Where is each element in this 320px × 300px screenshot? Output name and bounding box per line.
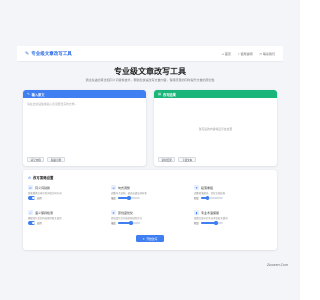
option-synonym: ⇄ 同义词替换 智能替换文章中的词语为同义词 启用	[28, 185, 106, 204]
clear-button[interactable]: 清空内容	[27, 157, 45, 162]
settings-title-text: 改写策略设置	[33, 176, 54, 180]
top-bar: ✎ 专业级文章改写工具 ⌂首页 ?使用说明 ✉联系我们	[17, 46, 283, 62]
mail-icon: ✉	[259, 51, 262, 56]
output-card-header: ▤ 改写结果	[154, 90, 277, 98]
nav-item-help[interactable]: ?使用说明	[238, 52, 253, 56]
gear-icon: ⚙	[28, 175, 32, 180]
page-background: ✎ 专业级文章改写工具 ⌂首页 ?使用说明 ✉联系我们 专业级文章改写工具 通过…	[0, 0, 300, 300]
top-nav: ⌂首页 ?使用说明 ✉联系我们	[222, 52, 275, 56]
swap-icon: ⇄	[28, 185, 33, 190]
option-sentence: ≡ 句式调整 调整句子结构，使表达更加多样化 强度	[111, 185, 189, 204]
nav-label: 首页	[224, 51, 231, 56]
semantic-toggle[interactable]	[28, 221, 35, 225]
option-name: 句式调整	[118, 185, 131, 190]
output-card-title: 改写结果	[163, 92, 176, 97]
nav-item-home[interactable]: ⌂首页	[222, 52, 231, 56]
input-card-title: 输入原文	[31, 92, 45, 97]
nav-label: 使用说明	[240, 51, 253, 56]
option-originality: ★ 原创度优化 提高改写后内容的原创性评分 强度	[111, 210, 189, 229]
slider-knob[interactable]	[205, 196, 210, 200]
option-semantic: ✓ 语义保持检测 确保改写后的内容保持原文意思 启用	[28, 210, 106, 229]
input-card-actions: 清空内容 粘贴示例	[27, 157, 65, 162]
download-text-button[interactable]: 下载文本	[178, 157, 196, 162]
toggle-label: 启用	[37, 197, 42, 200]
paragraph-slider[interactable]	[200, 196, 223, 200]
brand-logo[interactable]: ✎ 专业级文章改写工具	[25, 51, 72, 57]
start-rewrite-label: 开始改写	[146, 236, 158, 241]
page-subtitle: 通过先进的算法和同义词替换技术，帮助您快速改写文章内容，保持原意的同时提升文章的…	[85, 78, 215, 82]
input-card: ✎ 输入原文 请在此处粘贴或输入您需要改写的文章... 清空内容 粘贴示例	[23, 90, 146, 166]
slider-knob[interactable]	[129, 221, 133, 225]
option-terms: ▮ 专业术语保留 保留文章中的专业术语和关键词 程度	[194, 210, 272, 229]
home-icon: ⌂	[221, 51, 224, 56]
nav-label: 联系我们	[262, 51, 275, 56]
output-card-actions: 复制结果 下载文本	[158, 157, 196, 162]
slider-knob[interactable]	[126, 196, 131, 200]
output-empty-hint: 改写后的内容将显示在这里	[198, 127, 233, 131]
option-desc: 确保改写后的内容保持原文意思	[28, 216, 62, 220]
output-card: ▤ 改写结果 改写后的内容将显示在这里 复制结果 下载文本	[154, 90, 277, 166]
edit-icon: ✎	[27, 92, 30, 96]
option-desc: 提高改写后内容的原创性评分	[111, 216, 143, 220]
option-name: 段落重组	[201, 185, 214, 190]
toggle-label: 启用	[37, 222, 42, 225]
slider-label: 强度	[111, 197, 116, 200]
pen-icon: ✎	[25, 50, 30, 57]
magic-icon: ✦	[142, 236, 145, 241]
slider-label: 程度	[194, 222, 199, 225]
document-icon: ▤	[158, 92, 162, 96]
sentence-slider[interactable]	[117, 196, 140, 200]
sentence-icon: ≡	[111, 185, 116, 190]
originality-slider[interactable]	[117, 221, 140, 225]
check-shield-icon: ✓	[28, 210, 33, 215]
source-text-input[interactable]: 请在此处粘贴或输入您需要改写的文章...	[27, 102, 142, 148]
brand-name: 专业级文章改写工具	[31, 51, 72, 57]
option-desc: 调整句子结构，使表达更加多样化	[111, 191, 147, 195]
option-name: 原创度优化	[118, 210, 134, 215]
settings-title: ⚙ 改写策略设置	[28, 175, 54, 181]
slider-knob[interactable]	[214, 221, 218, 225]
copy-result-button[interactable]: 复制结果	[158, 157, 176, 162]
watermark: Zuowen.Com	[266, 263, 288, 267]
slider-label: 强度	[111, 222, 116, 225]
terms-slider[interactable]	[200, 221, 223, 225]
option-name: 同义词替换	[35, 185, 51, 190]
paragraph-icon: ¶	[194, 185, 199, 190]
option-desc: 保留文章中的专业术语和关键词	[194, 216, 228, 220]
star-icon: ★	[111, 210, 116, 215]
option-name: 专业术语保留	[201, 210, 220, 215]
option-desc: 智能替换文章中的词语为同义词	[28, 191, 62, 195]
input-card-header: ✎ 输入原文	[23, 90, 146, 98]
start-rewrite-button[interactable]: ✦ 开始改写	[136, 235, 164, 242]
slider-label: 程度	[194, 197, 199, 200]
page-title: 专业级文章改写工具	[114, 67, 186, 76]
option-paragraph: ¶ 段落重组 调整段落顺序，优化文章结构 程度	[194, 185, 272, 204]
paste-example-button[interactable]: 粘贴示例	[47, 157, 65, 162]
synonym-toggle[interactable]	[28, 196, 35, 200]
option-desc: 调整段落顺序，优化文章结构	[194, 191, 226, 195]
nav-item-contact[interactable]: ✉联系我们	[259, 52, 275, 56]
bookmark-icon: ▮	[194, 210, 199, 215]
option-name: 语义保持检测	[35, 210, 54, 215]
